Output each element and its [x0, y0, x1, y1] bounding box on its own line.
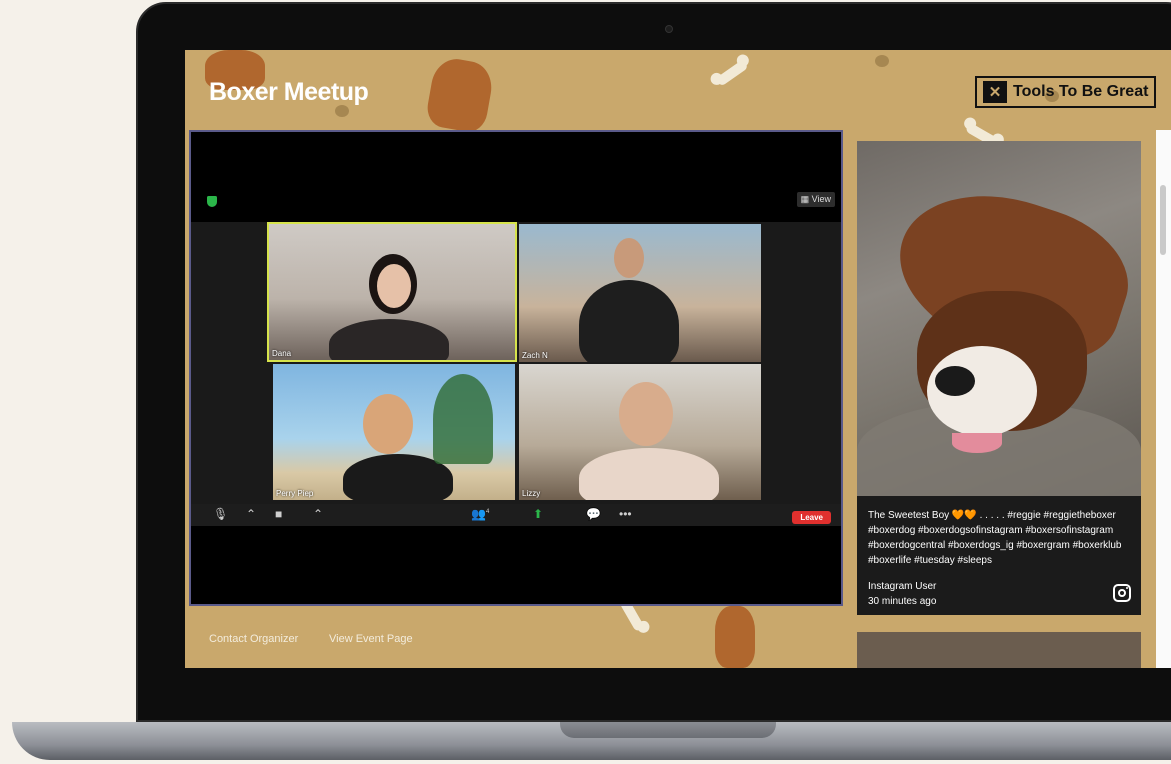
instagram-icon[interactable] — [1113, 584, 1131, 602]
tools-icon: ✕ — [983, 81, 1007, 103]
participant-face — [377, 264, 411, 308]
brand-logo[interactable]: ✕ Tools To Be Great — [975, 76, 1157, 108]
post-photo — [857, 141, 1141, 496]
participant-face — [619, 382, 673, 446]
view-event-page-link[interactable]: View Event Page — [329, 633, 413, 645]
participant-tile-dana[interactable]: Dana — [267, 222, 517, 362]
instagram-post-card[interactable]: The Sweetest Boy 🧡🧡 . . . . . #reggie #r… — [857, 141, 1141, 615]
bone-decoration — [715, 59, 749, 87]
video-options-chevron-icon[interactable]: ⌃ — [313, 507, 323, 521]
dog-pattern — [424, 55, 496, 135]
participant-count: 4 — [485, 509, 490, 515]
post-user: Instagram User — [868, 581, 937, 592]
post-caption: The Sweetest Boy 🧡🧡 . . . . . #reggie #r… — [868, 510, 1122, 566]
participant-body — [579, 448, 719, 500]
participant-name: Zach N — [522, 351, 548, 360]
participant-name: Lizzy — [522, 489, 541, 498]
participant-body — [579, 280, 679, 362]
leave-button[interactable]: Leave — [792, 511, 831, 524]
share-screen-icon[interactable]: ⬆ — [533, 507, 543, 521]
more-options-icon[interactable]: ••• — [619, 507, 632, 521]
webcam-icon — [665, 25, 673, 33]
participant-name: Perry Piep — [276, 489, 314, 498]
dog-tongue — [952, 433, 1002, 453]
video-camera-icon[interactable]: ■ — [275, 507, 282, 521]
participant-tile-lizzy[interactable]: Lizzy — [519, 364, 761, 500]
instagram-post-card-next[interactable] — [857, 632, 1141, 668]
post-meta: Instagram User 30 minutes ago — [868, 579, 936, 609]
dog-nose — [935, 366, 975, 396]
participant-name: Dana — [272, 349, 292, 358]
audio-options-chevron-icon[interactable]: ⌃ — [246, 507, 256, 521]
participant-tile-perry[interactable]: Perry Piep — [273, 364, 515, 500]
participant-tile-zach[interactable]: Zach N — [519, 224, 761, 362]
view-label: View — [811, 194, 831, 204]
participant-face — [614, 238, 644, 278]
scrollbar-thumb[interactable] — [1160, 185, 1166, 255]
laptop-notch — [560, 722, 776, 738]
palm-tree — [433, 374, 493, 464]
participant-face — [363, 394, 413, 454]
dog-pattern — [715, 606, 755, 668]
meeting-toolbar: 🎙 ⌃ ■ ⌃ 👥4 ⬆ 💬 ••• Leave — [191, 504, 841, 526]
microphone-icon[interactable]: 🎙 — [213, 507, 228, 521]
gallery-view: Dana Zach N Perry Piep Lizzy — [191, 222, 841, 504]
zoom-meeting-window: ▦ View Dana Zach N Perry Piep Lizzy 🎙 ⌃ … — [189, 130, 843, 606]
shield-icon[interactable] — [207, 196, 217, 207]
participant-body — [329, 319, 449, 360]
paw-decoration — [875, 55, 889, 67]
event-title: Boxer Meetup — [209, 78, 369, 106]
post-time: 30 minutes ago — [868, 596, 937, 607]
brand-name: Tools To Be Great — [1013, 83, 1149, 100]
participants-icon[interactable]: 👥4 — [471, 507, 489, 521]
chat-icon[interactable]: 💬 — [586, 507, 601, 521]
event-screen: Boxer Meetup ✕ Tools To Be Great ▦ View … — [185, 50, 1171, 668]
contact-organizer-link[interactable]: Contact Organizer — [209, 633, 298, 645]
view-button[interactable]: ▦ View — [796, 192, 835, 207]
scrollbar[interactable] — [1156, 130, 1171, 668]
